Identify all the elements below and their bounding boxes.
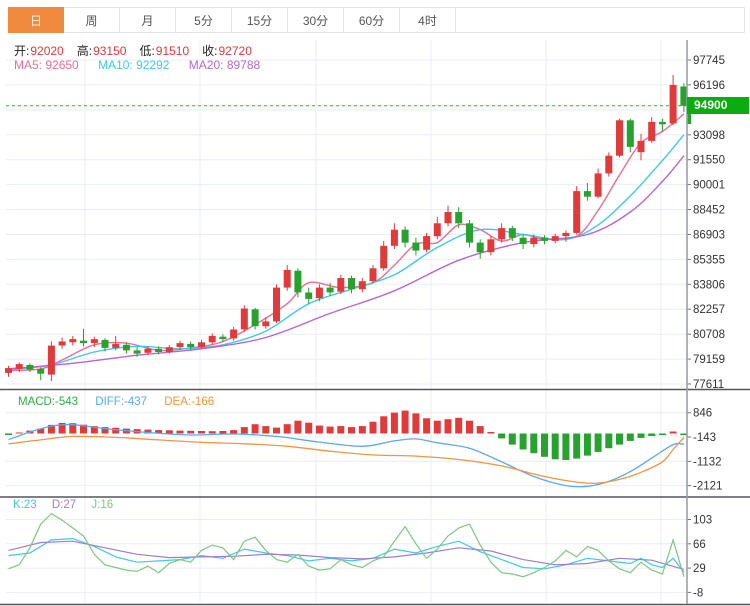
svg-text:-1132: -1132 xyxy=(693,456,722,468)
tab-15min[interactable]: 15分 xyxy=(232,7,288,33)
close-label: 收: xyxy=(202,44,217,58)
svg-text:97745: 97745 xyxy=(693,55,725,67)
svg-text:79159: 79159 xyxy=(693,354,725,366)
svg-text:96196: 96196 xyxy=(693,80,725,92)
tab-60min[interactable]: 60分 xyxy=(344,7,400,33)
svg-text:88452: 88452 xyxy=(693,205,725,217)
macd-value: MACD:-543 xyxy=(18,396,78,408)
svg-text:-143: -143 xyxy=(693,432,716,444)
ma-readout: MA5: 92650 MA10: 92292 MA20: 89788 xyxy=(14,58,276,72)
svg-text:80708: 80708 xyxy=(693,329,725,341)
k-value: K:23 xyxy=(13,499,37,511)
svg-text:86903: 86903 xyxy=(693,230,725,242)
ohlc-readout: 开:92020 高:93150 低:91510 收:92720 xyxy=(14,42,265,59)
kdj-readout: K:23 D:27 J:16 xyxy=(13,499,125,511)
low-value: 91510 xyxy=(156,44,189,58)
chart-canvas: 9774596196946479309891550900018845286903… xyxy=(0,0,750,606)
ma5-value: MA5: 92650 xyxy=(14,58,79,72)
svg-text:66: 66 xyxy=(693,539,706,551)
low-label: 低: xyxy=(139,44,154,58)
svg-text:93098: 93098 xyxy=(693,130,725,142)
dea-value: DEA:-166 xyxy=(164,396,214,408)
j-value: J:16 xyxy=(91,499,113,511)
svg-text:83806: 83806 xyxy=(693,279,725,291)
diff-value: DIFF:-437 xyxy=(95,396,147,408)
macd-readout: MACD:-543 DIFF:-437 DEA:-166 xyxy=(18,396,228,408)
svg-text:29: 29 xyxy=(693,563,706,575)
high-value: 93150 xyxy=(93,44,126,58)
tab-daily[interactable]: 日 xyxy=(8,7,64,33)
d-value: D:27 xyxy=(52,499,76,511)
svg-text:90001: 90001 xyxy=(693,180,725,192)
close-value: 92720 xyxy=(219,44,252,58)
tab-4hour[interactable]: 4时 xyxy=(400,7,456,33)
trading-chart-app: 9774596196946479309891550900018845286903… xyxy=(0,0,750,606)
ma20-value: MA20: 89788 xyxy=(189,58,260,72)
svg-text:-8: -8 xyxy=(693,587,703,599)
tabbar-filler xyxy=(456,7,745,33)
svg-text:85355: 85355 xyxy=(693,254,725,266)
timeframe-tabbar: 日 周 月 5分 15分 30分 60分 4时 xyxy=(8,7,745,33)
tab-30min[interactable]: 30分 xyxy=(288,7,344,33)
open-label: 开: xyxy=(14,44,29,58)
tab-weekly[interactable]: 周 xyxy=(64,7,120,33)
tab-monthly[interactable]: 月 xyxy=(120,7,176,33)
high-label: 高: xyxy=(77,44,92,58)
svg-text:-2121: -2121 xyxy=(693,481,722,493)
open-value: 92020 xyxy=(30,44,63,58)
svg-text:103: 103 xyxy=(693,515,712,527)
current-price-tag: 94900 xyxy=(687,97,749,114)
svg-text:91550: 91550 xyxy=(693,155,725,167)
svg-text:846: 846 xyxy=(693,408,712,420)
ma10-value: MA10: 92292 xyxy=(98,58,169,72)
tab-5min[interactable]: 5分 xyxy=(176,7,232,33)
svg-text:82257: 82257 xyxy=(693,304,725,316)
